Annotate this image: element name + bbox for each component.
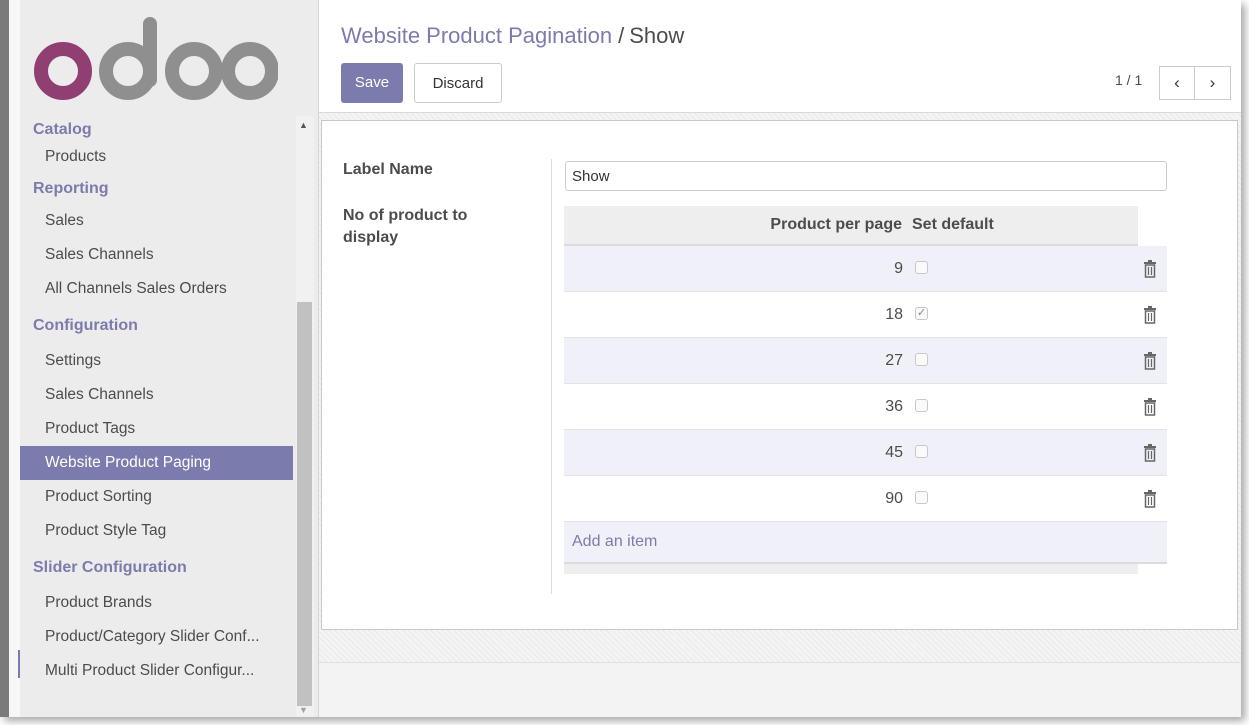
sidebar-indicator	[18, 650, 20, 678]
table-row[interactable]: 27	[564, 338, 1167, 384]
column-set-default[interactable]: Set default	[912, 206, 994, 244]
sidebar-section-catalog: Catalog	[33, 121, 92, 138]
scroll-down-icon[interactable]: ▼	[299, 705, 308, 715]
trash-icon[interactable]	[1142, 260, 1158, 278]
pager-value[interactable]: 1 / 1	[1115, 72, 1142, 88]
trash-icon[interactable]	[1142, 490, 1158, 508]
table-row[interactable]: 9	[564, 246, 1167, 292]
product-per-page-value[interactable]: 45	[564, 430, 903, 475]
product-per-page-value[interactable]: 9	[564, 246, 903, 291]
set-default-checkbox[interactable]	[915, 399, 928, 412]
breadcrumb-current: Show	[629, 23, 685, 48]
trash-icon[interactable]	[1142, 352, 1158, 370]
product-per-page-value[interactable]: 27	[564, 338, 903, 383]
pager-next-button[interactable]: ›	[1195, 66, 1231, 100]
form-sheet: Label Name No of product to display Prod…	[321, 120, 1238, 630]
bottom-panel	[319, 662, 1241, 717]
sidebar-section-slider-configuration: Slider Configuration	[33, 559, 187, 576]
set-default-checkbox[interactable]	[915, 445, 928, 458]
add-item-link[interactable]: Add an item	[564, 522, 1167, 564]
label-name-input[interactable]	[565, 161, 1167, 191]
scrollbar-thumb[interactable]	[297, 302, 312, 706]
sidebar-gutter	[9, 0, 20, 717]
set-default-checkbox[interactable]	[915, 353, 928, 366]
sidebar-item-sales-channels-config[interactable]: Sales Channels	[20, 378, 293, 412]
odoo-logo[interactable]	[28, 14, 279, 114]
sidebar-item-website-product-paging[interactable]: Website Product Paging	[20, 446, 293, 480]
trash-icon[interactable]	[1142, 306, 1158, 324]
sidebar-item-product-brands[interactable]: Product Brands	[20, 586, 293, 620]
breadcrumb: Website Product Pagination / Show	[341, 23, 684, 49]
set-default-checkbox[interactable]: ✓	[915, 307, 928, 320]
breadcrumb-separator: /	[618, 23, 625, 48]
product-per-page-value[interactable]: 36	[564, 384, 903, 429]
sidebar-section-reporting: Reporting	[33, 180, 109, 197]
set-default-checkbox[interactable]	[915, 491, 928, 504]
column-product-per-page[interactable]: Product per page	[564, 206, 902, 244]
chevron-right-icon: ›	[1209, 73, 1216, 92]
product-count-label: No of product to display	[343, 207, 468, 246]
trash-icon[interactable]	[1142, 444, 1158, 462]
sidebar-item-multi-product-slider[interactable]: Multi Product Slider Configur...	[20, 654, 293, 688]
sidebar-item-product-style-tag[interactable]: Product Style Tag	[20, 514, 293, 548]
sidebar-item-product-category-slider[interactable]: Product/Category Slider Conf...	[20, 620, 293, 654]
trash-icon[interactable]	[1142, 398, 1158, 416]
discard-button[interactable]: Discard	[414, 63, 502, 103]
breadcrumb-parent-link[interactable]: Website Product Pagination	[341, 23, 612, 48]
table-header: Product per page Set default	[564, 206, 1138, 246]
sidebar-item-sales-channels[interactable]: Sales Channels	[20, 238, 293, 272]
scroll-up-icon[interactable]: ▲	[299, 120, 308, 130]
sidebar-scrollbar[interactable]: ▲ ▼	[296, 116, 314, 717]
sidebar-item-sales[interactable]: Sales	[20, 208, 293, 238]
set-default-checkbox[interactable]	[915, 261, 928, 274]
save-button[interactable]: Save	[341, 63, 403, 103]
sidebar: Catalog Products Reporting Sales Sales C…	[0, 0, 319, 717]
pager-previous-button[interactable]: ‹	[1159, 66, 1195, 100]
sidebar-menu: Catalog Products Reporting Sales Sales C…	[20, 116, 293, 688]
product-per-page-value[interactable]: 18	[564, 292, 903, 337]
sidebar-item-products[interactable]: Products	[20, 144, 293, 174]
label-divider	[551, 159, 552, 594]
table-row[interactable]: 90	[564, 476, 1167, 522]
window-edge	[0, 0, 9, 717]
table-row[interactable]: 36	[564, 384, 1167, 430]
product-per-page-value[interactable]: 90	[564, 476, 903, 521]
control-panel: Website Product Pagination / Show Save Dis…	[319, 0, 1241, 113]
product-per-page-table: Product per page Set default 9 18 ✓ 27 36 45 9…	[564, 206, 1167, 574]
chevron-left-icon: ‹	[1174, 73, 1180, 92]
table-row[interactable]: 18 ✓	[564, 292, 1167, 338]
label-name-label: Label Name	[343, 161, 433, 178]
sidebar-item-settings[interactable]: Settings	[20, 344, 293, 378]
app-window: Catalog Products Reporting Sales Sales C…	[0, 0, 1241, 717]
table-footer	[564, 564, 1138, 574]
sidebar-item-product-tags[interactable]: Product Tags	[20, 412, 293, 446]
sidebar-item-product-sorting[interactable]: Product Sorting	[20, 480, 293, 514]
table-body: 9 18 ✓ 27 36 45 90	[564, 246, 1167, 522]
sidebar-section-configuration: Configuration	[33, 317, 138, 334]
sidebar-item-all-channels-sales-orders[interactable]: All Channels Sales Orders	[20, 272, 293, 306]
table-row[interactable]: 45	[564, 430, 1167, 476]
